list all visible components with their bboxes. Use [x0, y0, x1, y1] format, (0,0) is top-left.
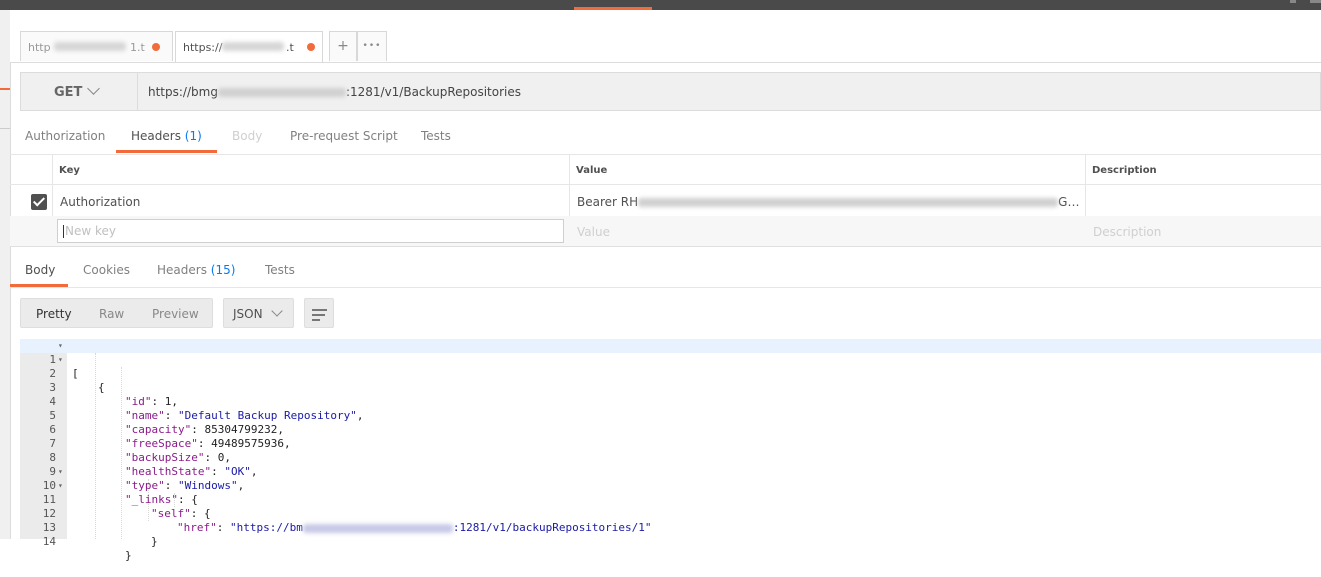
tab-label-prefix: http	[28, 41, 51, 54]
redacted-text	[222, 42, 284, 51]
tab-pre-request-script[interactable]: Pre-request Script	[290, 129, 398, 143]
window-control[interactable]	[1310, 0, 1321, 3]
value-suffix: G…	[1058, 195, 1080, 209]
code-line: 6 "freeSpace": 49489575936,	[20, 409, 1321, 450]
tab-label-suffix: .t	[286, 41, 294, 54]
chevron-down-icon	[87, 82, 100, 95]
window-top-bar	[0, 0, 1321, 10]
header-enabled-checkbox[interactable]	[31, 194, 47, 210]
method-label: GET	[54, 85, 83, 100]
code-line: 12 "href": "https://bm:1281/v1/backupRep…	[20, 493, 1321, 534]
code-text: }	[125, 549, 132, 562]
response-section-tabs: Body Cookies Headers (15) Tests	[10, 254, 1321, 288]
line-number: 14	[42, 535, 56, 548]
url-prefix: https://bmg	[148, 85, 218, 99]
code-line: 13 }	[20, 507, 1321, 548]
view-mode-group: Pretty Raw Preview	[20, 298, 213, 328]
unsaved-dot-icon	[152, 43, 160, 51]
code-line: 11 ▾ "self": {	[20, 479, 1321, 520]
header-value[interactable]: Bearer RH G…	[577, 195, 1079, 209]
tab-tests[interactable]: Tests	[421, 129, 451, 143]
column-header-check	[10, 155, 52, 185]
request-tab-active[interactable]: https:// .t	[175, 31, 323, 62]
more-tabs-button[interactable]: •••	[357, 31, 387, 61]
tab-label-suffix: 1.t	[130, 41, 145, 54]
code-text: }	[151, 535, 158, 548]
column-header-value: Value	[569, 155, 1085, 185]
column-header-key: Key	[52, 155, 569, 185]
code-line: 14 }	[20, 521, 1321, 562]
request-section-tabs: Authorization Headers (1) Body Pre-reque…	[10, 120, 1321, 155]
request-tab-bar: http 1.t https:// .t + •••	[10, 10, 1321, 63]
url-suffix: :1281/v1/BackupRepositories	[345, 85, 522, 99]
redacted-text	[638, 198, 1059, 207]
tab-response-tests[interactable]: Tests	[265, 263, 295, 277]
new-value-input[interactable]: Value	[577, 225, 610, 239]
wrap-lines-button[interactable]	[304, 298, 334, 328]
header-count: (15)	[210, 263, 236, 277]
response-body-editor[interactable]: 1 ▾ [ 2 ▾ { 3 "id": 1, 4 "name": "Default …	[20, 339, 1321, 562]
code-line: 4 "name": "Default Backup Repository",	[20, 381, 1321, 422]
code-line: 7 "backupSize": 0,	[20, 423, 1321, 464]
new-description-input[interactable]: Description	[1093, 225, 1161, 239]
sidebar-divider	[0, 128, 10, 129]
fold-arrow-icon[interactable]: ▾	[58, 339, 63, 353]
code-line: 8 "healthState": "OK",	[20, 437, 1321, 478]
tab-cookies[interactable]: Cookies	[83, 263, 130, 277]
format-select[interactable]: JSON	[223, 298, 294, 328]
request-tab[interactable]: http 1.t	[20, 31, 173, 61]
wrap-icon	[312, 314, 325, 316]
new-key-placeholder: New key	[65, 224, 116, 238]
code-line: 3 "id": 1,	[20, 367, 1321, 408]
url-input[interactable]: https://bmg :1281/v1/BackupRepositories	[148, 85, 521, 99]
redacted-text	[217, 88, 346, 97]
chevron-down-icon	[271, 305, 283, 317]
tab-headers[interactable]: Headers (1)	[131, 129, 202, 143]
code-line: 1 ▾ [	[20, 339, 1321, 380]
url-bar: GET https://bmg :1281/v1/BackupRepositori…	[20, 72, 1321, 111]
text-caret	[63, 225, 64, 238]
ellipsis-icon: •••	[362, 41, 382, 51]
wrap-icon	[312, 309, 327, 311]
header-count: (1)	[184, 129, 202, 143]
tab-response-headers[interactable]: Headers (15)	[157, 263, 235, 277]
tab-label-prefix: https://	[183, 41, 223, 54]
tab-label: Headers	[131, 129, 181, 143]
fold-arrow-icon[interactable]: ▾	[58, 479, 63, 493]
method-select[interactable]: GET	[21, 73, 138, 110]
active-tab-underline	[116, 150, 217, 153]
preview-button[interactable]: Preview	[152, 307, 199, 321]
redacted-text	[54, 42, 126, 51]
plus-icon: +	[337, 38, 349, 54]
tab-response-body[interactable]: Body	[25, 263, 55, 277]
wrap-icon	[312, 319, 320, 321]
tab-body[interactable]: Body	[232, 129, 262, 143]
code-line: 2 ▾ {	[20, 353, 1321, 394]
unsaved-dot-icon	[307, 43, 315, 51]
tab-label: Headers	[157, 263, 207, 277]
active-tab-underline	[10, 284, 68, 287]
format-label: JSON	[233, 307, 263, 321]
code-line: 10 ▾ "_links": {	[20, 465, 1321, 506]
new-key-input[interactable]: New key	[57, 219, 564, 243]
code-line: 9 "type": "Windows",	[20, 451, 1321, 492]
tab-authorization[interactable]: Authorization	[25, 129, 105, 143]
fold-arrow-icon[interactable]: ▾	[58, 465, 63, 479]
pretty-button[interactable]: Pretty	[36, 307, 72, 321]
add-tab-button[interactable]: +	[329, 31, 357, 61]
fold-arrow-icon[interactable]: ▾	[58, 353, 63, 367]
header-key[interactable]: Authorization	[60, 195, 140, 209]
sidebar-accent	[0, 88, 10, 90]
window-control[interactable]	[1290, 0, 1296, 3]
column-header-description: Description	[1085, 155, 1321, 185]
raw-button[interactable]: Raw	[99, 307, 124, 321]
code-line: 5 "capacity": 85304799232,	[20, 395, 1321, 436]
value-prefix: Bearer RH	[577, 195, 639, 209]
